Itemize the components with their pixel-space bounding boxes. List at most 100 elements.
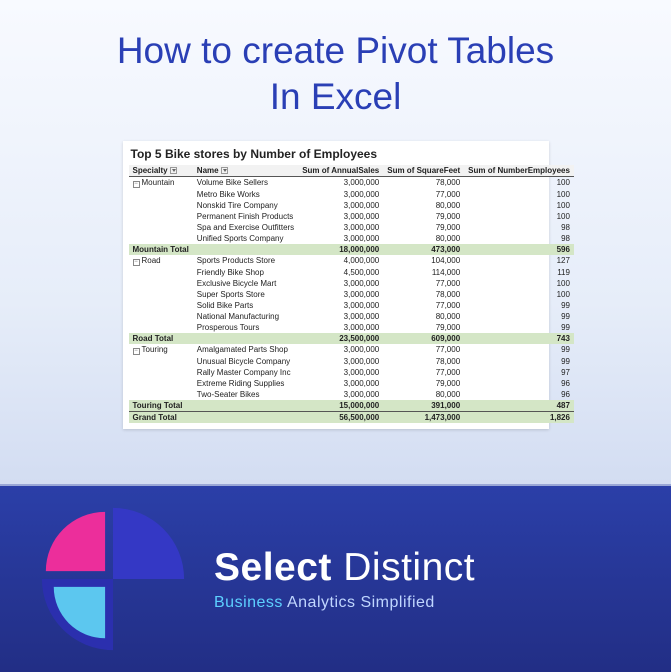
table-row: Unusual Bicycle Company3,000,00078,00099 (129, 356, 574, 367)
cell-name: Friendly Bike Shop (193, 267, 298, 278)
table-row: Permanent Finish Products3,000,00079,000… (129, 211, 574, 222)
cell-name: Two-Seater Bikes (193, 389, 298, 400)
cell-emp: 98 (464, 233, 574, 244)
cell-sqft: 80,000 (383, 389, 464, 400)
cell-specialty (129, 233, 193, 244)
grand-sales: 56,500,000 (298, 411, 383, 423)
cell-specialty (129, 367, 193, 378)
cell-specialty (129, 389, 193, 400)
cell-sales: 3,000,000 (298, 189, 383, 200)
cell-sales: 3,000,000 (298, 311, 383, 322)
col-sqft: Sum of SquareFeet (383, 165, 464, 177)
subtotal-sqft: 609,000 (383, 333, 464, 344)
tag-analytics: Analytics Simplified (287, 594, 435, 611)
cell-specialty (129, 267, 193, 278)
cell-sqft: 79,000 (383, 222, 464, 233)
cell-emp: 100 (464, 289, 574, 300)
cell-name: Unusual Bicycle Company (193, 356, 298, 367)
cell-name: Solid Bike Parts (193, 300, 298, 311)
cell-sales: 3,000,000 (298, 176, 383, 189)
table-row: Spa and Exercise Outfitters3,000,00079,0… (129, 222, 574, 233)
cell-specialty (129, 289, 193, 300)
collapse-icon[interactable]: − (133, 259, 140, 266)
cell-emp: 100 (464, 189, 574, 200)
col-specialty[interactable]: Specialty (129, 165, 193, 177)
cell-name: Metro Bike Works (193, 189, 298, 200)
cell-sales: 3,000,000 (298, 367, 383, 378)
table-row: Friendly Bike Shop4,500,000114,000119 (129, 267, 574, 278)
subtotal-emp: 596 (464, 244, 574, 255)
cell-specialty: −Touring (129, 344, 193, 356)
table-row: Rally Master Company Inc3,000,00077,0009… (129, 367, 574, 378)
pivot-header-row: Specialty Name Sum of AnnualSales Sum of… (129, 165, 574, 177)
collapse-icon[interactable]: − (133, 348, 140, 355)
table-row: Exclusive Bicycle Mart3,000,00077,000100 (129, 278, 574, 289)
cell-sales: 3,000,000 (298, 222, 383, 233)
table-row: Metro Bike Works3,000,00077,000100 (129, 189, 574, 200)
table-row: −RoadSports Products Store4,000,000104,0… (129, 255, 574, 267)
subtotal-label: Touring Total (129, 400, 193, 412)
cell-sqft: 104,000 (383, 255, 464, 267)
cell-specialty (129, 222, 193, 233)
cell-name: National Manufacturing (193, 311, 298, 322)
subtotal-emp: 487 (464, 400, 574, 412)
table-row: Unified Sports Company3,000,00080,00098 (129, 233, 574, 244)
table-row: Solid Bike Parts3,000,00077,00099 (129, 300, 574, 311)
cell-name: Amalgamated Parts Shop (193, 344, 298, 356)
subtotal-sqft: 473,000 (383, 244, 464, 255)
cell-specialty: −Mountain (129, 176, 193, 189)
grand-emp: 1,826 (464, 411, 574, 423)
brand-word-distinct: Distinct (343, 546, 475, 589)
cell-sqft: 80,000 (383, 233, 464, 244)
dropdown-icon[interactable] (221, 167, 228, 174)
footer-banner: Select Distinct Business Analytics Simpl… (0, 484, 671, 672)
subtotal-sales: 23,500,000 (298, 333, 383, 344)
table-row: Nonskid Tire Company3,000,00080,000100 (129, 200, 574, 211)
cell-name: Exclusive Bicycle Mart (193, 278, 298, 289)
cell-emp: 96 (464, 378, 574, 389)
cell-specialty (129, 322, 193, 333)
cell-sqft: 79,000 (383, 378, 464, 389)
cell-sqft: 114,000 (383, 267, 464, 278)
grand-sqft: 1,473,000 (383, 411, 464, 423)
brand-text: Select Distinct Business Analytics Simpl… (214, 546, 475, 612)
cell-emp: 100 (464, 211, 574, 222)
cell-sales: 3,000,000 (298, 378, 383, 389)
cell-specialty (129, 189, 193, 200)
brand-tagline: Business Analytics Simplified (214, 594, 475, 612)
cell-name: Spa and Exercise Outfitters (193, 222, 298, 233)
cell-specialty: −Road (129, 255, 193, 267)
cell-emp: 100 (464, 176, 574, 189)
collapse-icon[interactable]: − (133, 181, 140, 188)
cell-emp: 119 (464, 267, 574, 278)
cell-sales: 3,000,000 (298, 200, 383, 211)
col-sales: Sum of AnnualSales (298, 165, 383, 177)
cell-sales: 3,000,000 (298, 289, 383, 300)
cell-specialty (129, 311, 193, 322)
cell-specialty (129, 211, 193, 222)
cell-name: Permanent Finish Products (193, 211, 298, 222)
cell-sales: 3,000,000 (298, 344, 383, 356)
dropdown-icon[interactable] (170, 167, 177, 174)
subtotal-label: Mountain Total (129, 244, 193, 255)
subtotal-sales: 15,000,000 (298, 400, 383, 412)
cell-sqft: 77,000 (383, 300, 464, 311)
table-row: National Manufacturing3,000,00080,00099 (129, 311, 574, 322)
cell-name: Sports Products Store (193, 255, 298, 267)
col-name[interactable]: Name (193, 165, 298, 177)
cell-name: Prosperous Tours (193, 322, 298, 333)
title-line-2: In Excel (20, 74, 651, 120)
table-row: Extreme Riding Supplies3,000,00079,00096 (129, 378, 574, 389)
cell-sqft: 77,000 (383, 189, 464, 200)
cell-sqft: 80,000 (383, 200, 464, 211)
cell-sales: 3,000,000 (298, 389, 383, 400)
cell-sales: 3,000,000 (298, 300, 383, 311)
cell-sales: 3,000,000 (298, 211, 383, 222)
cell-sales: 3,000,000 (298, 233, 383, 244)
table-row: Super Sports Store3,000,00078,000100 (129, 289, 574, 300)
subtotal-emp: 743 (464, 333, 574, 344)
cell-name: Super Sports Store (193, 289, 298, 300)
cell-emp: 98 (464, 222, 574, 233)
cell-sqft: 80,000 (383, 311, 464, 322)
cell-sales: 3,000,000 (298, 278, 383, 289)
